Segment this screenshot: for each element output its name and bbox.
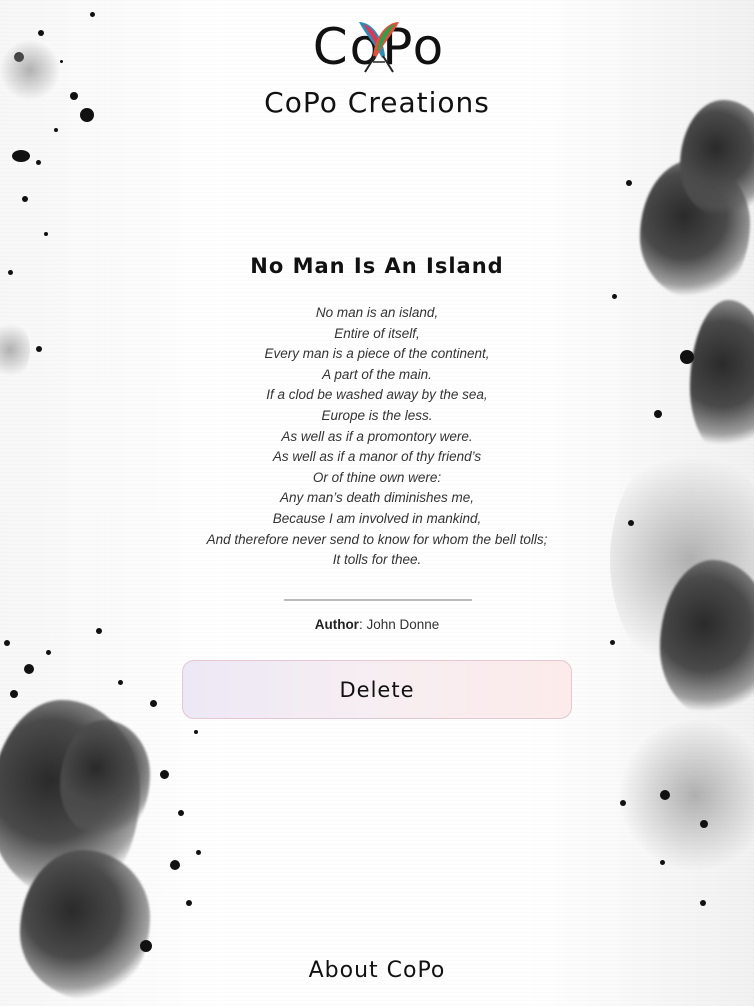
poem-title: No Man Is An Island [250, 254, 504, 278]
page-content: CoPo CoPo Creations No Man Is An Island … [0, 0, 754, 1006]
author-name: John Donne [366, 617, 440, 632]
poem-line: Because I am involved in mankind, [272, 510, 482, 526]
poem-line: Every man is a piece of the continent, [264, 346, 490, 362]
poem-line: Any man’s death diminishes me, [279, 490, 475, 506]
poem-line: A part of the main. [322, 366, 432, 382]
poem-line: Entire of itself, [334, 325, 420, 341]
author-label: Author [314, 617, 359, 632]
crossed-feather-quills-icon [359, 22, 399, 73]
about-copo-link[interactable]: About CoPo [0, 958, 754, 983]
poem-line: It tolls for thee. [332, 552, 422, 568]
delete-button[interactable]: Delete [182, 660, 572, 719]
poem-line: Or of thine own were: [312, 469, 442, 485]
poem-line: And therefore never send to know for who… [206, 531, 548, 547]
copo-logo[interactable]: CoPo [296, 18, 462, 76]
poem-line: If a clod be washed away by the sea, [266, 387, 488, 403]
site-title: CoPo Creations [264, 86, 490, 119]
divider [284, 599, 472, 601]
author-line: Author: John Donne [0, 617, 754, 632]
poem-line: As well as if a manor of thy friend’s [272, 449, 482, 465]
poem-line: No man is an island, [315, 305, 439, 320]
poem-line: As well as if a promontory were. [281, 428, 473, 444]
poem-body: No man is an island, Entire of itself, E… [0, 303, 754, 571]
poem-line: Europe is the less. [321, 407, 433, 423]
